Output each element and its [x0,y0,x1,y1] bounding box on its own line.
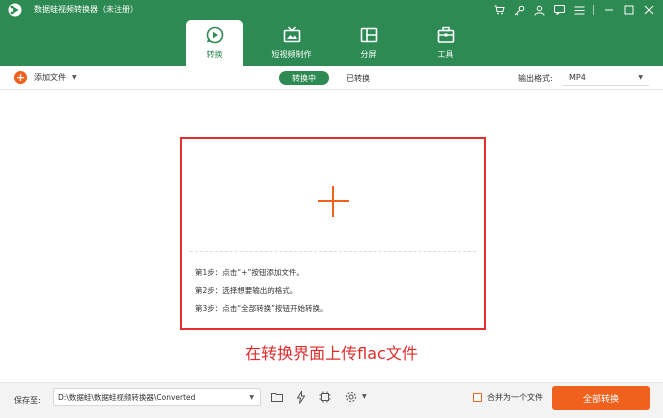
add-icon: + [14,71,27,84]
chevron-down-icon[interactable]: ▼ [72,74,77,81]
output-format-value: MP4 [569,73,586,82]
status-tabs: 转换中 已转换 [279,71,370,85]
key-icon[interactable] [511,2,527,18]
split-screen-icon [360,27,377,43]
cart-icon[interactable] [491,2,507,18]
app-logo-icon [8,3,22,17]
tab-split-screen-label: 分屏 [360,50,377,59]
merge-files-label: 合并为一个文件 [487,393,543,402]
file-drop-zone[interactable]: 第1步：点击“+”按钮添加文件。 第2步：选择想要输出的格式。 第3步：点击“全… [180,137,486,330]
minimize-icon[interactable] [601,2,617,18]
tab-convert-label: 转换 [206,50,223,59]
tab-short-video-label: 短视频制作 [271,50,312,59]
tv-icon [283,26,300,43]
step-3-text: 第3步：点击“全部转换”按钮开始转换。 [195,304,328,313]
convert-icon [206,26,223,44]
user-icon[interactable] [531,2,547,18]
step-1-text: 第1步：点击“+”按钮添加文件。 [195,268,304,277]
window-controls [487,2,657,18]
settings-gear-icon[interactable] [343,389,359,405]
close-icon[interactable] [641,2,657,18]
step-2-text: 第2步：选择想要输出的格式。 [195,286,298,295]
output-format-select[interactable]: MP4 ▼ [563,70,649,86]
add-file-label: 添加文件 [34,73,66,82]
main-tabs: 转换 短视频制作 分屏 工具 [186,20,494,66]
chevron-down-icon: ▼ [249,393,254,401]
add-file-button[interactable]: + 添加文件 ▼ [14,71,77,84]
merge-files-checkbox[interactable]: 合并为一个文件 [473,392,543,403]
chevron-down-icon: ▼ [638,74,643,81]
save-path-select[interactable]: D:\数据蛙\数据蛙视频转换器\Converted ▼ [53,388,261,406]
tab-short-video[interactable]: 短视频制作 [263,20,320,66]
title-bar: 数据蛙视频转换器（未注册） [0,0,663,20]
checkbox-icon[interactable] [473,393,482,402]
add-file-plus-icon-vertical[interactable] [332,186,334,217]
tab-converted[interactable]: 已转换 [346,73,370,84]
divider [190,251,476,252]
tab-convert[interactable]: 转换 [186,20,243,66]
chevron-down-icon[interactable]: ▼ [362,393,367,400]
tab-toolbox-label: 工具 [437,50,454,59]
tab-split-screen[interactable]: 分屏 [340,20,397,66]
flash-acceleration-icon[interactable] [293,389,309,405]
message-icon[interactable] [551,2,567,18]
folder-icon[interactable] [269,389,285,405]
save-to-label: 保存至: [14,396,41,405]
toolbox-icon [437,26,454,43]
toolbar: + 添加文件 ▼ 转换中 已转换 输出格式: MP4 ▼ [0,66,663,90]
convert-all-button[interactable]: 全部转换 [552,386,650,410]
bottom-bar: 保存至: D:\数据蛙\数据蛙视频转换器\Converted ▼ ▼ 合并为一个… [0,382,663,418]
menu-icon[interactable] [571,2,587,18]
tab-converting[interactable]: 转换中 [279,71,329,85]
save-path-value: D:\数据蛙\数据蛙视频转换器\Converted [58,392,196,402]
annotation-caption: 在转换界面上传flac文件 [245,344,418,363]
main-content: 第1步：点击“+”按钮添加文件。 第2步：选择想要输出的格式。 第3步：点击“全… [0,90,663,382]
window-controls-divider [593,5,594,15]
tab-toolbox[interactable]: 工具 [417,20,474,66]
app-title: 数据蛙视频转换器（未注册） [34,5,138,14]
app-header: 数据蛙视频转换器（未注册） 转换 短视频制作 分屏 工具 [0,0,663,66]
gpu-acceleration-icon[interactable] [317,389,333,405]
output-format-label: 输出格式: [518,74,553,83]
maximize-icon[interactable] [621,2,637,18]
